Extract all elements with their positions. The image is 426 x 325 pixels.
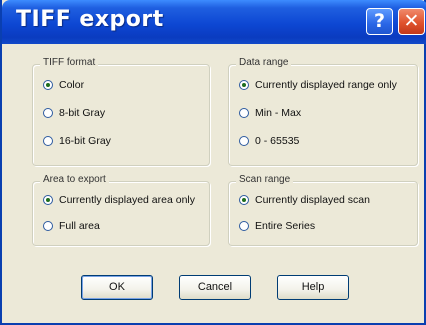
tiff-format-group: TIFF format Color 8-bit Gray 16-bit Gray: [32, 57, 210, 166]
radio-button[interactable]: [43, 195, 53, 205]
radio-label: Min - Max: [255, 107, 302, 119]
title-bar[interactable]: TIFF export ? ✕: [2, 0, 426, 44]
radio-label: Entire Series: [255, 220, 316, 232]
scan-range-group: Scan range Currently displayed scan Enti…: [228, 174, 418, 246]
radio-button[interactable]: [43, 80, 53, 90]
radio-label: Currently displayed range only: [255, 79, 397, 91]
radio-button[interactable]: [43, 221, 53, 231]
close-icon[interactable]: ✕: [398, 8, 425, 35]
radio-label: 16-bit Gray: [59, 135, 111, 147]
tiff-format-legend: TIFF format: [40, 57, 99, 68]
scan-range-legend: Scan range: [236, 174, 294, 185]
radio-label: Currently displayed area only: [59, 194, 195, 206]
radio-button[interactable]: [239, 136, 249, 146]
radio-button[interactable]: [43, 136, 53, 146]
area-to-export-group: Area to export Currently displayed area …: [32, 174, 210, 246]
tiff-export-dialog: TIFF export ? ✕ TIFF format Color 8-bit …: [0, 0, 426, 325]
radio-label: Color: [59, 79, 85, 91]
cancel-button[interactable]: Cancel: [179, 275, 251, 300]
data-range-legend: Data range: [236, 57, 292, 68]
radio-button[interactable]: [239, 221, 249, 231]
radio-button[interactable]: [239, 108, 249, 118]
help-icon[interactable]: ?: [366, 8, 393, 35]
ok-button[interactable]: OK: [81, 275, 153, 300]
radio-label: Full area: [59, 220, 100, 232]
window-title: TIFF export: [16, 7, 164, 32]
area-to-export-legend: Area to export: [40, 174, 109, 185]
radio-button[interactable]: [239, 80, 249, 90]
radio-button[interactable]: [239, 195, 249, 205]
radio-label: 8-bit Gray: [59, 107, 106, 119]
help-button[interactable]: Help: [277, 275, 349, 300]
radio-label: 0 - 65535: [255, 135, 300, 147]
radio-label: Currently displayed scan: [255, 194, 370, 206]
data-range-group: Data range Currently displayed range onl…: [228, 57, 418, 166]
radio-button[interactable]: [43, 108, 53, 118]
